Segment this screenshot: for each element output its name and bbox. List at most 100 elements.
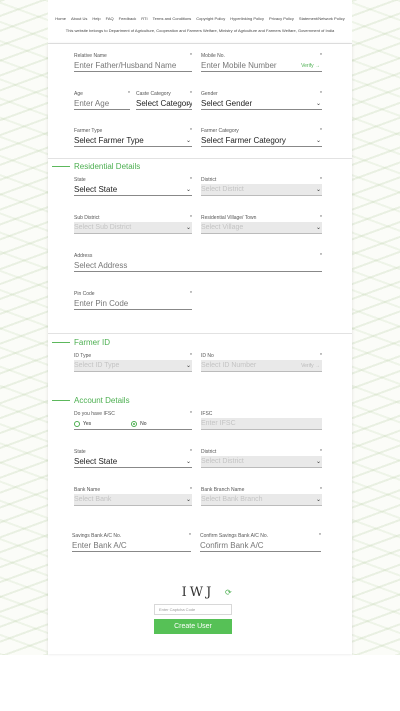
refresh-icon[interactable]: ⟳	[225, 588, 232, 597]
address-input[interactable]: Select Address	[74, 260, 322, 272]
id-type-select[interactable]: Select ID Type ⌄	[74, 360, 192, 372]
chevron-down-icon: ⌄	[185, 101, 191, 107]
id-no-field: ID No * Select ID Number Verify →	[201, 353, 322, 372]
res-district-field: District * Select District ⌄	[201, 177, 322, 196]
nav-link-hyperlinking[interactable]: Hyperlinking Policy	[230, 16, 264, 21]
required-asterisk: *	[320, 177, 322, 183]
res-state-select[interactable]: Select State ⌄	[74, 184, 192, 196]
nav-link-feedback[interactable]: Feedback	[119, 16, 137, 21]
section-divider	[48, 158, 352, 159]
account-section-title: Account Details	[74, 396, 130, 405]
mobile-verify-button[interactable]: Verify →	[301, 60, 320, 72]
required-asterisk: *	[320, 53, 322, 59]
ifsc-input[interactable]: Enter IFSC	[201, 418, 322, 430]
ifsc-question-field: Do you have IFSC * Yes No	[74, 411, 192, 430]
farmer-category-select[interactable]: Select Farmer Category ⌄	[201, 135, 322, 147]
id-no-label: ID No	[201, 353, 214, 359]
registration-form: Relative Name * Enter Father/Husband Nam…	[48, 44, 352, 654]
section-rule	[52, 400, 70, 401]
residential-section-header: Residential Details	[52, 162, 140, 171]
caste-select[interactable]: Select Category ⌄	[136, 98, 192, 110]
pincode-input[interactable]: Enter Pin Code	[74, 298, 192, 310]
required-asterisk: *	[190, 177, 192, 183]
required-asterisk: *	[190, 91, 192, 97]
section-rule	[52, 342, 70, 343]
sub-district-label: Sub District	[74, 215, 100, 221]
id-no-placeholder: Select ID Number	[201, 362, 257, 369]
nav-link-terms[interactable]: Terms and Conditions	[153, 16, 192, 21]
caste-field: Caste Category * Select Category ⌄	[136, 91, 192, 110]
id-type-value: Select ID Type	[74, 362, 120, 369]
acct-state-field: State * Select State ⌄	[74, 449, 192, 468]
farmer-category-label: Farmer Category	[201, 128, 239, 134]
account-no-input[interactable]: Enter Bank A/C	[72, 540, 191, 552]
chevron-down-icon: ⌄	[185, 459, 191, 465]
bank-name-select[interactable]: Select Bank ⌄	[74, 494, 192, 506]
id-type-field: ID Type * Select ID Type ⌄	[74, 353, 192, 372]
nav-link-home[interactable]: Home	[55, 16, 66, 21]
chevron-down-icon: ⌄	[185, 363, 191, 369]
ifsc-no-option[interactable]: No	[131, 418, 147, 429]
nav-link-network-policy[interactable]: Statement/Network Policy	[299, 16, 345, 21]
nav-link-copyright[interactable]: Copyright Policy	[196, 16, 225, 21]
res-district-select[interactable]: Select District ⌄	[201, 184, 322, 196]
confirm-account-no-input[interactable]: Confirm Bank A/C	[200, 540, 321, 552]
sub-district-select[interactable]: Select Sub District ⌄	[74, 222, 192, 234]
village-label: Residential Village/ Town	[201, 215, 257, 221]
nav-link-about[interactable]: About Us	[71, 16, 87, 21]
required-asterisk: *	[320, 253, 322, 259]
branch-name-value: Select Bank Branch	[201, 496, 263, 503]
farmer-type-label: Farmer Type	[74, 128, 103, 134]
bank-name-value: Select Bank	[74, 496, 112, 503]
acct-district-value: Select District	[201, 458, 244, 465]
id-verify-label: Verify	[301, 363, 314, 369]
nav-link-faq[interactable]: FAQ	[106, 16, 114, 21]
arrow-right-icon: →	[315, 363, 320, 369]
chevron-down-icon: ⌄	[185, 225, 191, 231]
required-asterisk: *	[190, 353, 192, 359]
farmer-type-select[interactable]: Select Farmer Type ⌄	[74, 135, 192, 147]
ifsc-label: IFSC	[201, 411, 213, 417]
nav-link-privacy[interactable]: Privacy Policy	[269, 16, 294, 21]
gender-select[interactable]: Select Gender ⌄	[201, 98, 322, 110]
bank-name-label: Bank Name	[74, 487, 101, 493]
required-asterisk: *	[190, 411, 192, 417]
sub-district-field: Sub District * Select Sub District ⌄	[74, 215, 192, 234]
branch-name-field: Bank Branch Name * Select Bank Branch ⌄	[201, 487, 322, 506]
pincode-label: Pin Code	[74, 291, 95, 297]
acct-district-select[interactable]: Select District ⌄	[201, 456, 322, 468]
ifsc-no-label: No	[140, 421, 147, 427]
relative-name-input[interactable]: Enter Father/Husband Name	[74, 60, 192, 72]
farmer-category-value: Select Farmer Category	[201, 136, 286, 145]
radio-selected-icon	[131, 420, 138, 427]
captcha-input[interactable]: Enter Captcha Code	[154, 604, 232, 615]
res-state-value: Select State	[74, 185, 118, 194]
required-asterisk: *	[320, 487, 322, 493]
chevron-down-icon: ⌄	[315, 187, 321, 193]
residential-section-title: Residential Details	[74, 162, 141, 171]
chevron-down-icon: ⌄	[185, 497, 191, 503]
ifsc-yes-option[interactable]: Yes	[74, 418, 91, 429]
required-asterisk: *	[190, 128, 192, 134]
chevron-down-icon: ⌄	[185, 187, 191, 193]
age-input[interactable]: Enter Age	[74, 98, 130, 110]
caste-label: Caste Category	[136, 91, 171, 97]
create-user-button[interactable]: Create User	[154, 619, 232, 634]
chevron-down-icon: ⌄	[185, 138, 191, 144]
res-state-field: State * Select State ⌄	[74, 177, 192, 196]
village-value: Select Village	[201, 224, 244, 231]
required-asterisk: *	[320, 215, 322, 221]
id-verify-button[interactable]: Verify →	[301, 360, 320, 372]
nav-link-help[interactable]: Help	[92, 16, 100, 21]
res-state-label: State	[74, 177, 86, 183]
village-select[interactable]: Select Village ⌄	[201, 222, 322, 234]
nav-link-rti[interactable]: RTI	[141, 16, 147, 21]
acct-district-label: District	[201, 449, 217, 455]
confirm-account-no-field: Confirm Savings Bank A/C No. * Confirm B…	[200, 533, 321, 552]
address-field: Address * Select Address	[74, 253, 322, 272]
acct-state-select[interactable]: Select State ⌄	[74, 456, 192, 468]
top-nav-bar: Home About Us Help FAQ Feedback RTI Term…	[48, 0, 352, 44]
branch-name-select[interactable]: Select Bank Branch ⌄	[201, 494, 322, 506]
account-no-field: Savings Bank A/C No. * Enter Bank A/C	[72, 533, 191, 552]
acct-state-value: Select State	[74, 457, 118, 466]
